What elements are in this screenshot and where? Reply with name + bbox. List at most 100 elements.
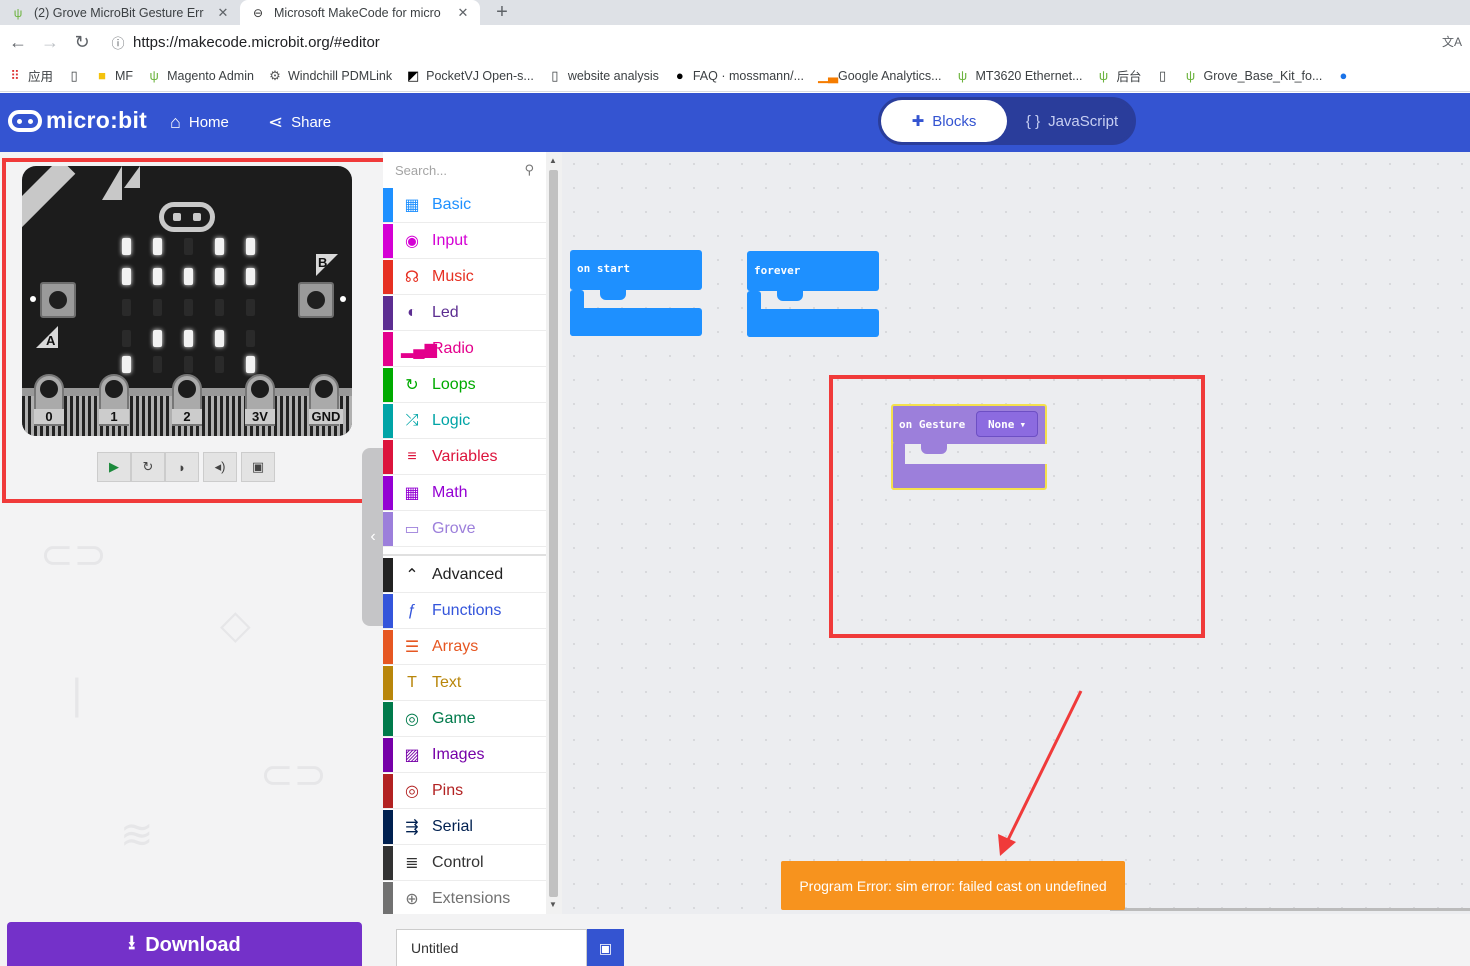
category-label: Input [432, 232, 468, 249]
toolbox-category-radio[interactable]: ▂▄▆ Radio [383, 332, 546, 367]
bookmark-website-analysis[interactable]: ▯ website analysis [548, 68, 659, 84]
bookmark-google-analytics[interactable]: ▁▃ Google Analytics... [818, 68, 942, 84]
toolbox-category-control[interactable]: ≣ Control [383, 846, 546, 881]
toolbox-category-loops[interactable]: ↻ Loops [383, 368, 546, 403]
download-button[interactable]: ⭳ Download [7, 922, 362, 966]
text-icon: T [407, 674, 417, 691]
on-start-block[interactable]: on start [570, 250, 702, 336]
close-icon[interactable]: ✕ [456, 5, 470, 21]
url-text: https://makecode.microbit.org/#editor [133, 34, 380, 51]
workspace-scrollbar[interactable] [1110, 908, 1470, 911]
javascript-tab[interactable]: { } JavaScript [1011, 100, 1133, 142]
scroll-up-icon[interactable]: ▲ [549, 156, 557, 165]
leaf-icon: ψ [1185, 68, 1196, 83]
puzzle-icon: ✚ [911, 113, 925, 130]
category-label: Led [432, 304, 459, 321]
bookmark-page[interactable]: ▯ [67, 68, 81, 84]
info-icon[interactable]: ⓘ [103, 33, 133, 52]
bookmark-mt3620[interactable]: ψ MT3620 Ethernet... [956, 68, 1083, 83]
toolbox-scrollbar[interactable]: ▲ ▼ [546, 152, 562, 914]
bookmark-pocketvj[interactable]: ◩ PocketVJ Open-s... [406, 68, 534, 84]
plus-circle-icon: ⊕ [405, 891, 419, 908]
bookmark-windchill[interactable]: ⚙ Windchill PDMLink [268, 68, 392, 84]
toolbox-category-grove[interactable]: ▭ Grove [383, 512, 546, 547]
toolbox-category-functions[interactable]: ƒ Functions [383, 594, 546, 629]
forward-icon[interactable]: → [36, 29, 64, 57]
toolbox-category-basic[interactable]: ▦ Basic [383, 188, 546, 223]
background-pattern: ⊂⊃ [40, 533, 108, 577]
toolbox-search[interactable]: Search... ⚲ [383, 152, 546, 188]
chevron-up-icon: ⌃ [405, 567, 419, 584]
browser-tab-makecode[interactable]: ⊖ Microsoft MakeCode for micro ✕ [240, 0, 480, 25]
category-label: Serial [432, 818, 473, 835]
microbit-logo[interactable]: micro:bit [8, 107, 147, 134]
scroll-down-icon[interactable]: ▼ [549, 900, 557, 909]
toolbox-category-logic[interactable]: ⤮ Logic [383, 404, 546, 439]
blocks-tab[interactable]: ✚ Blocks [881, 100, 1007, 142]
category-label: Game [432, 710, 476, 727]
bookmark-grove-kit[interactable]: ψ Grove_Base_Kit_fo... [1184, 68, 1322, 83]
bookmark-apps[interactable]: ⠿ 应用 [8, 66, 53, 85]
search-placeholder: Search... [395, 162, 448, 178]
translate-icon[interactable]: 文A [1442, 33, 1462, 50]
address-bar[interactable]: ⓘ https://makecode.microbit.org/#editor [103, 29, 1443, 56]
download-icon: ⭳ [128, 932, 136, 954]
scroll-thumb[interactable] [549, 170, 558, 897]
home-button[interactable]: ⌂ Home [170, 112, 229, 133]
toolbox-category-led[interactable]: ◐ Led [383, 296, 546, 331]
toolbox-category-variables[interactable]: ≡ Variables [383, 440, 546, 475]
new-tab-button[interactable]: + [490, 0, 514, 25]
function-icon: ƒ [407, 602, 417, 619]
bookmark-overflow[interactable]: ● [1336, 68, 1350, 83]
save-button[interactable]: ▣ [587, 929, 624, 966]
toolbox-category-pins[interactable]: ◎ Pins [383, 774, 546, 809]
leaf-icon: ψ [13, 5, 23, 20]
toolbox-divider [383, 554, 546, 556]
category-label: Images [432, 746, 485, 763]
close-icon[interactable]: ✕ [216, 5, 230, 21]
pin-target-icon: ◎ [405, 783, 419, 800]
search-icon[interactable]: ⚲ [524, 162, 534, 178]
toggle-icon: ◐ [407, 304, 417, 321]
toolbox-category-images[interactable]: ▨ Images [383, 738, 546, 773]
logo-text: micro:bit [46, 107, 148, 133]
toolbox-category-game[interactable]: ◎ Game [383, 702, 546, 737]
target-icon: ◉ [405, 233, 419, 250]
toolbox-category-advanced[interactable]: ⌃ Advanced [383, 558, 546, 593]
save-icon: ▣ [598, 939, 613, 956]
error-message: Program Error: sim error: failed cast on… [799, 877, 1107, 894]
toolbox-category-text[interactable]: T Text [383, 666, 546, 701]
toolbox-category-input[interactable]: ◉ Input [383, 224, 546, 259]
grid-icon: ▦ [404, 197, 420, 214]
bookmark-magento[interactable]: ψ Magento Admin [147, 68, 254, 83]
bookmark-page-2[interactable]: ▯ [1156, 68, 1170, 84]
control-icon: ≣ [405, 855, 419, 872]
toolbox-category-serial[interactable]: ⇶ Serial [383, 810, 546, 845]
page-icon: ▯ [70, 67, 78, 83]
arrays-icon: ☰ [404, 639, 420, 656]
toolbox-category-arrays[interactable]: ☰ Arrays [383, 630, 546, 665]
bookmark-faq[interactable]: ● FAQ · mossmann/... [673, 68, 804, 83]
toolbox-category-extensions[interactable]: ⊕ Extensions [383, 882, 546, 917]
bookmark-mf[interactable]: ■ MF [95, 68, 133, 83]
category-label: Extensions [432, 890, 511, 907]
leaf-icon: ψ [957, 68, 968, 83]
microbit-icon: ⊖ [252, 5, 264, 20]
reload-icon[interactable]: ↻ [68, 29, 96, 57]
microbit-logo-icon [8, 109, 42, 132]
project-name-input[interactable] [396, 929, 587, 966]
back-icon[interactable]: ← [4, 29, 32, 57]
category-label: Arrays [432, 638, 479, 655]
toolbox: Search... ⚲ ▦ Basic ◉ Input ☊ Music ◐ Led ▂▄▆ Rad… [383, 152, 546, 917]
bookmark-backend[interactable]: ψ 后台 [1097, 66, 1142, 85]
toolbox-category-math[interactable]: ▦ Math [383, 476, 546, 511]
pocketvj-icon: ◩ [406, 67, 420, 83]
browser-tab-grove[interactable]: ψ (2) Grove MicroBit Gesture Err ✕ [0, 0, 240, 25]
share-button[interactable]: ⋖ Share [268, 112, 331, 133]
background-pattern: ≋ [120, 813, 154, 857]
toolbox-category-music[interactable]: ☊ Music [383, 260, 546, 295]
forever-block[interactable]: forever [747, 251, 879, 337]
collapse-simulator-button[interactable]: ‹ [362, 448, 384, 626]
leaf-icon: ψ [149, 68, 159, 83]
editor-toggle: ✚ Blocks { } JavaScript [878, 97, 1136, 145]
